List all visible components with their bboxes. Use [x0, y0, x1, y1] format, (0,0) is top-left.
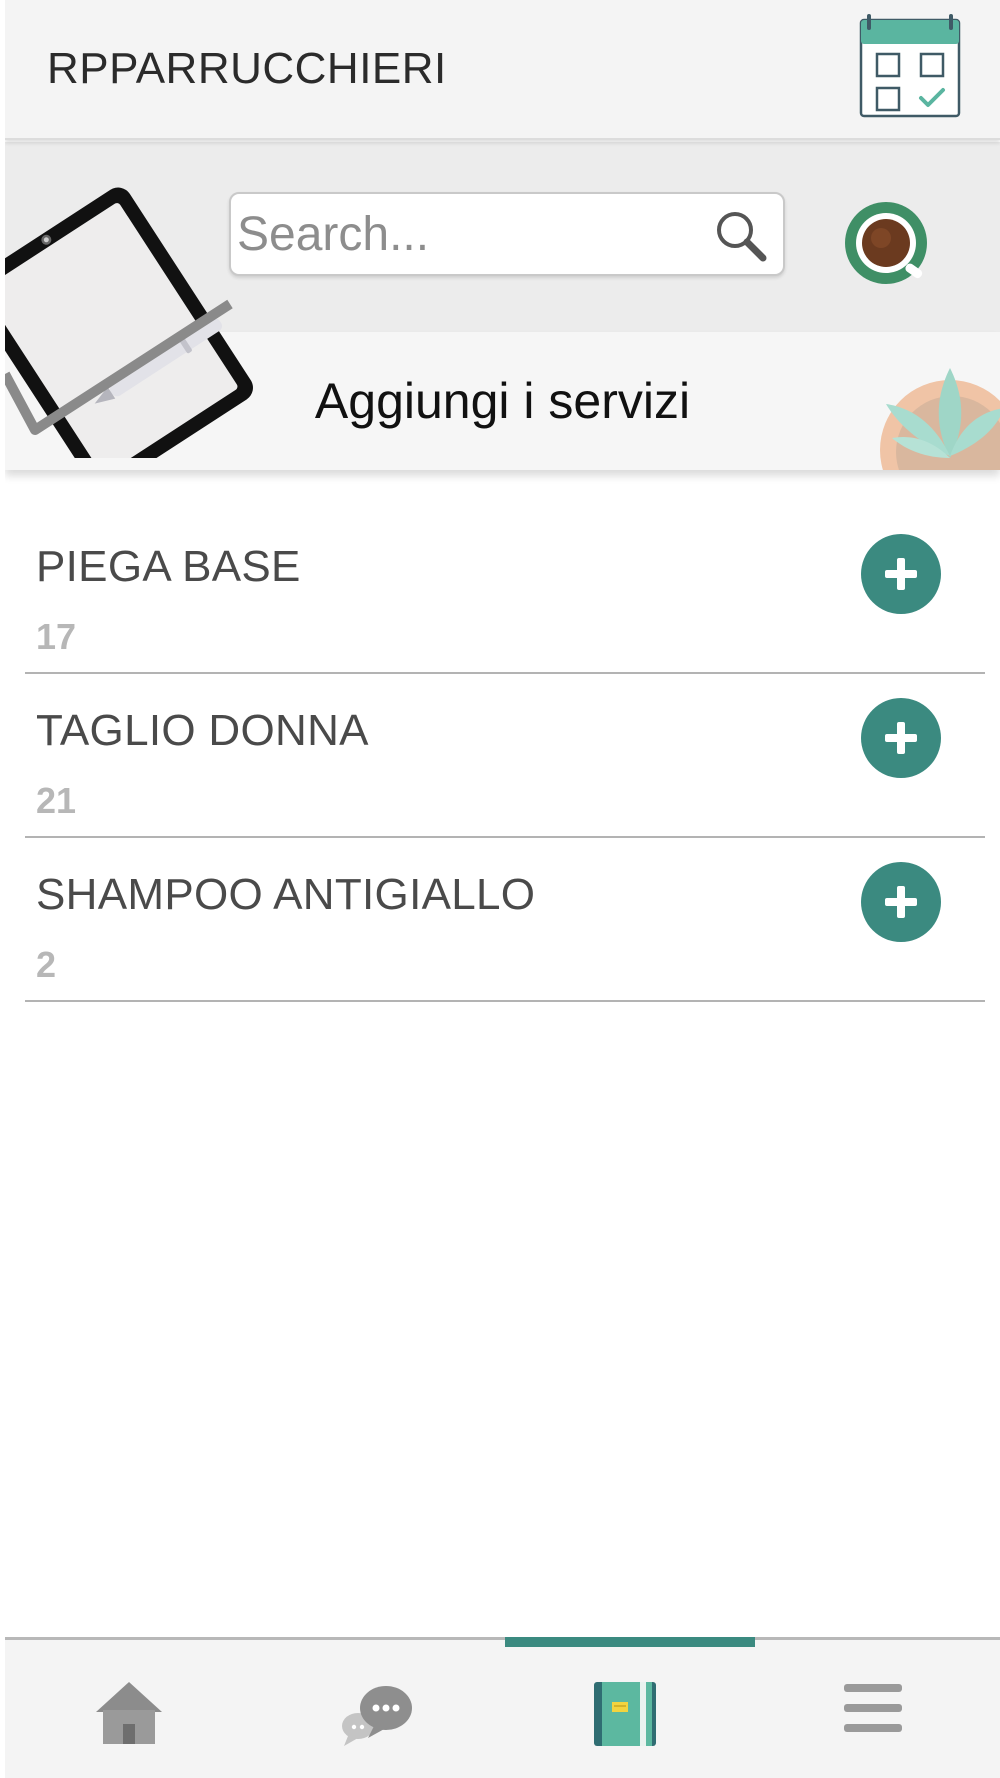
- service-count: 21: [36, 780, 77, 821]
- add-service-button[interactable]: [861, 698, 941, 778]
- search-icon[interactable]: [713, 208, 769, 264]
- service-name: TAGLIO DONNA: [36, 706, 369, 755]
- tablet-illustration: [5, 187, 253, 458]
- nav-services[interactable]: [501, 1640, 749, 1778]
- notebook-icon: [594, 1682, 656, 1746]
- nav-menu[interactable]: [749, 1640, 997, 1778]
- calendar-button[interactable]: [855, 14, 965, 122]
- search-input[interactable]: [237, 200, 707, 268]
- menu-icon: [844, 1684, 902, 1732]
- add-service-button[interactable]: [861, 862, 941, 942]
- app-title: RPPARRUCCHIERI: [47, 44, 447, 93]
- service-name: PIEGA BASE: [36, 542, 301, 591]
- service-row: PIEGA BASE 17: [25, 510, 985, 674]
- search-box[interactable]: [229, 192, 785, 276]
- coffee-button[interactable]: [843, 200, 929, 286]
- service-row: TAGLIO DONNA 21: [25, 674, 985, 838]
- coffee-cup-icon: [845, 202, 927, 284]
- service-count: 17: [36, 616, 77, 657]
- calendar-check-icon: [859, 14, 961, 118]
- service-name: SHAMPOO ANTIGIALLO: [36, 870, 536, 919]
- nav-home[interactable]: [5, 1640, 253, 1778]
- service-row: SHAMPOO ANTIGIALLO 2: [25, 838, 985, 1002]
- nav-chat[interactable]: [253, 1640, 501, 1778]
- service-list: PIEGA BASE 17 TAGLIO DONNA 21 SHAMPOO AN…: [25, 510, 985, 1002]
- app-screen: RPPARRUCCHIERI Aggiungi i servizi Search…: [5, 0, 1000, 1778]
- bottom-nav: [5, 1637, 1000, 1778]
- service-count: 2: [36, 944, 57, 985]
- plant-illustration: [880, 368, 1000, 470]
- chat-icon: [342, 1686, 412, 1746]
- add-service-button[interactable]: [861, 534, 941, 614]
- home-icon: [96, 1682, 162, 1744]
- top-header: RPPARRUCCHIERI: [5, 0, 1000, 140]
